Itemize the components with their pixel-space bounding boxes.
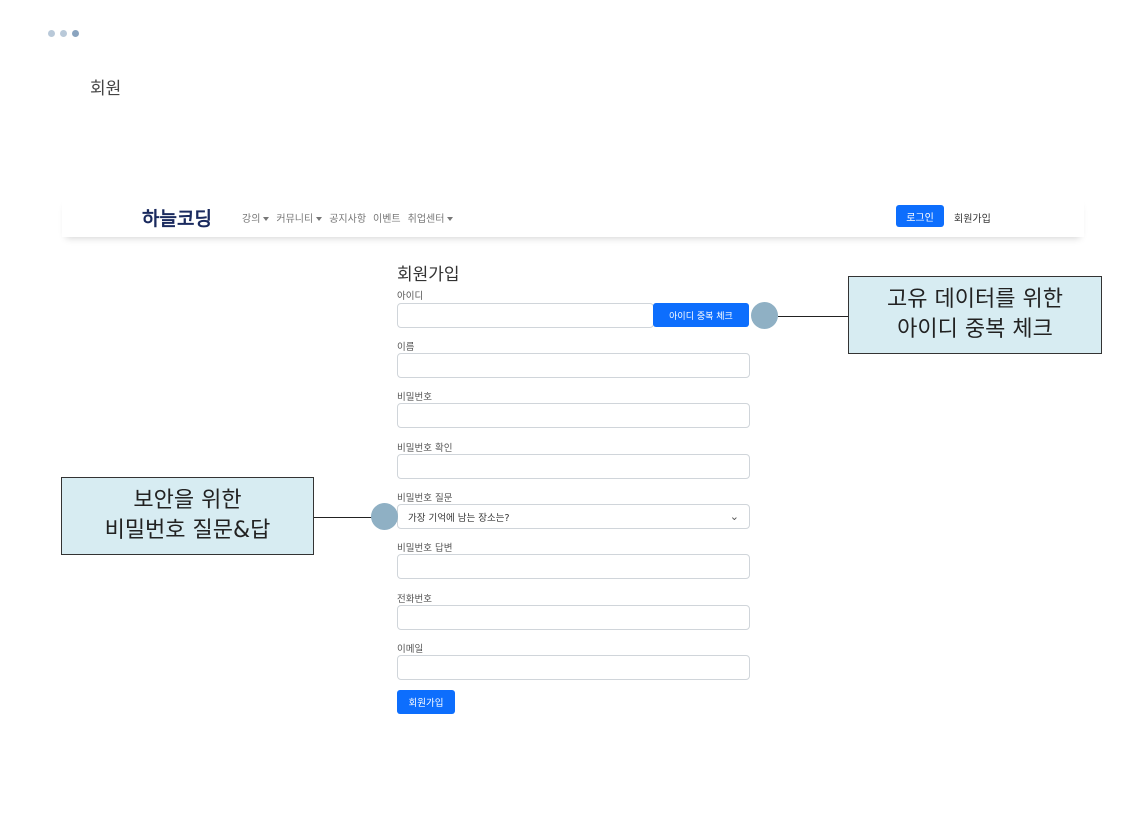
callout-pointer-dot xyxy=(751,302,778,329)
form-title: 회원가입 xyxy=(397,265,460,285)
id-input[interactable] xyxy=(397,303,654,328)
dot xyxy=(48,30,55,37)
id-label: 아이디 xyxy=(397,291,424,302)
dot xyxy=(60,30,67,37)
navbar: 하늘코딩 강의 커뮤니티 공지사항 이벤트 취업센터 로그인 회원가입 xyxy=(62,197,1084,237)
nav-links: 강의 커뮤니티 공지사항 이벤트 취업센터 xyxy=(242,210,454,225)
caret-down-icon xyxy=(447,217,454,221)
chevron-down-icon: ⌄ xyxy=(729,510,739,523)
callout-pointer-dot xyxy=(371,503,398,530)
caret-down-icon xyxy=(263,217,270,221)
callout-connector xyxy=(314,517,372,518)
phone-input[interactable] xyxy=(397,605,750,630)
question-select[interactable]: 가장 기억에 남는 장소는? ⌄ xyxy=(397,504,750,529)
password-confirm-input[interactable] xyxy=(397,454,750,479)
callout-id-check: 고유 데이터를 위한 아이디 중복 체크 xyxy=(848,276,1102,354)
signup-link[interactable]: 회원가입 xyxy=(954,210,991,225)
answer-input[interactable] xyxy=(397,554,750,579)
dot xyxy=(72,30,79,37)
email-label: 이메일 xyxy=(397,644,424,655)
nav-item-notice[interactable]: 공지사항 xyxy=(329,210,366,225)
nav-item-career[interactable]: 취업센터 xyxy=(408,210,454,225)
callout-text: 고유 데이터를 위한 xyxy=(887,287,1063,312)
password-label: 비밀번호 xyxy=(397,392,432,403)
nav-item-community[interactable]: 커뮤니티 xyxy=(276,210,323,225)
caret-down-icon xyxy=(316,217,323,221)
password-input[interactable] xyxy=(397,403,750,428)
callout-security: 보안을 위한 비밀번호 질문&답 xyxy=(61,477,314,555)
callout-text: 비밀번호 질문&답 xyxy=(104,518,271,543)
nav-item-event[interactable]: 이벤트 xyxy=(373,210,401,225)
id-check-button[interactable]: 아이디 중복 체크 xyxy=(653,303,749,327)
login-button[interactable]: 로그인 xyxy=(896,205,944,227)
nav-item-lectures[interactable]: 강의 xyxy=(242,210,270,225)
name-input[interactable] xyxy=(397,353,750,378)
name-label: 이름 xyxy=(397,342,415,353)
phone-label: 전화번호 xyxy=(397,594,432,605)
callout-text: 아이디 중복 체크 xyxy=(897,317,1053,342)
password-confirm-label: 비밀번호 확인 xyxy=(397,443,453,454)
submit-button[interactable]: 회원가입 xyxy=(397,690,455,714)
answer-label: 비밀번호 답변 xyxy=(397,543,453,554)
question-label: 비밀번호 질문 xyxy=(397,493,453,504)
question-selected-value: 가장 기억에 남는 장소는? xyxy=(408,512,510,524)
slide-dots xyxy=(48,30,79,37)
email-input[interactable] xyxy=(397,655,750,680)
brand-logo[interactable]: 하늘코딩 xyxy=(142,204,212,231)
callout-text: 보안을 위한 xyxy=(133,488,242,513)
page-label: 회원 xyxy=(90,79,122,99)
callout-connector xyxy=(778,316,848,317)
